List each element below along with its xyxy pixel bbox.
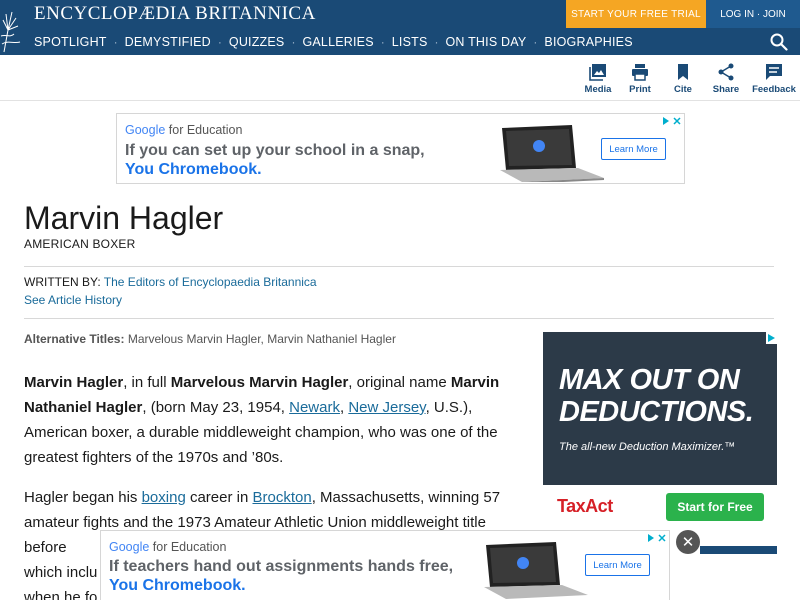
nav-lists[interactable]: LISTS — [392, 35, 428, 49]
nav-galleries[interactable]: GALLERIES — [302, 35, 373, 49]
print-label: Print — [629, 84, 651, 95]
nav-biographies[interactable]: BIOGRAPHIES — [544, 35, 632, 49]
nav-separator: · — [217, 34, 222, 49]
ad-tagline: You Chromebook. — [125, 161, 262, 178]
brand-title[interactable]: ENCYCLOPÆDIA BRITANNICA — [34, 3, 316, 25]
feedback-icon — [766, 64, 782, 80]
ad-headline: If teachers hand out assignments hands f… — [109, 558, 454, 575]
newark-link[interactable]: Newark — [289, 399, 340, 416]
nav-separator: · — [533, 34, 538, 49]
ad-brand: Google for Education — [109, 540, 226, 554]
search-icon[interactable] — [770, 33, 788, 51]
print-button[interactable]: Print — [617, 63, 663, 97]
chromebook-laptop-image — [500, 125, 604, 182]
ad-brand-rest: for Education — [165, 123, 243, 137]
article-title: Marvin Hagler — [24, 200, 224, 236]
text-run: , original name — [348, 374, 451, 391]
ad-learn-more-button[interactable]: Learn More — [585, 554, 650, 576]
google-wordmark: Google — [109, 540, 150, 554]
nav-on-this-day[interactable]: ON THIS DAY — [446, 35, 527, 49]
text-run: , (born May 23, 1954, — [142, 399, 290, 416]
nav-separator: · — [434, 34, 439, 49]
nav-quizzes[interactable]: QUIZZES — [229, 35, 285, 49]
media-button[interactable]: Media — [575, 63, 621, 97]
written-by: WRITTEN BY: The Editors of Encyclopaedia… — [24, 275, 317, 289]
ad-choices-icon[interactable] — [646, 532, 668, 544]
nav-spotlight[interactable]: SPOTLIGHT — [34, 35, 107, 49]
bold-name: Marvelous Marvin Hagler — [170, 374, 349, 391]
google-education-ad-bottom[interactable]: Google for Education If teachers hand ou… — [100, 530, 670, 600]
media-icon — [589, 64, 606, 81]
media-label: Media — [584, 84, 612, 95]
divider — [24, 266, 774, 267]
brockton-link[interactable]: Brockton — [252, 489, 311, 506]
intro-paragraph: Marvin Hagler, in full Marvelous Marvin … — [24, 370, 524, 470]
share-icon — [718, 63, 734, 81]
page: SPOTLIGHT · DEMYSTIFIED · QUIZZES · GALL… — [0, 0, 800, 600]
author-link[interactable]: The Editors of Encyclopaedia Britannica — [104, 275, 317, 289]
article-history-link[interactable]: See Article History — [24, 293, 122, 307]
article-subtitle: AMERICAN BOXER — [24, 237, 136, 251]
taxact-headline-line2: DEDUCTIONS. — [559, 396, 754, 428]
ad-headline: If you can set up your school in a snap, — [125, 142, 425, 159]
taxact-headline-line1: MAX OUT ON — [559, 364, 740, 396]
alternative-titles: Alternative Titles: Marvelous Marvin Hag… — [24, 332, 396, 346]
text-run: , in full — [123, 374, 171, 391]
ad-choices-icon[interactable] — [661, 115, 683, 127]
nav-separator: · — [291, 34, 296, 49]
written-by-label: WRITTEN BY: — [24, 275, 101, 289]
feedback-button[interactable]: Feedback — [751, 63, 797, 97]
text-run: Hagler began his — [24, 489, 142, 506]
bold-name: Marvin Hagler — [24, 374, 124, 391]
sidebar-strip — [700, 546, 777, 554]
taxact-logo: TaxAct — [557, 496, 613, 516]
bookmark-icon — [678, 64, 688, 80]
ad-tagline: You Chromebook. — [109, 577, 246, 594]
print-icon — [632, 64, 648, 81]
new-jersey-link[interactable]: New Jersey — [348, 399, 425, 416]
free-trial-button[interactable]: START YOUR FREE TRIAL — [566, 0, 706, 28]
share-button[interactable]: Share — [703, 63, 749, 97]
cite-button[interactable]: Cite — [660, 63, 706, 97]
login-join-button[interactable]: LOG IN · JOIN — [706, 0, 800, 28]
taxact-start-button[interactable]: Start for Free — [666, 493, 764, 521]
ad-brand: Google for Education — [125, 123, 242, 137]
boxing-link[interactable]: boxing — [142, 489, 186, 506]
alt-titles-label: Alternative Titles: — [24, 332, 125, 346]
article-toolbar: Media Print Cite Share Feedback — [0, 55, 800, 101]
feedback-label: Feedback — [752, 84, 796, 95]
nav-items: SPOTLIGHT · DEMYSTIFIED · QUIZZES · GALL… — [34, 28, 633, 55]
text-run: which inclu — [24, 564, 98, 581]
share-label: Share — [712, 84, 740, 95]
text-run: when he fo — [24, 589, 98, 600]
nav-separator: · — [113, 34, 118, 49]
nav-demystified[interactable]: DEMYSTIFIED — [125, 35, 211, 49]
britannica-thistle-logo-icon[interactable] — [0, 0, 30, 55]
google-education-ad-top[interactable]: Google for Education If you can set up y… — [116, 113, 685, 184]
main-nav: SPOTLIGHT · DEMYSTIFIED · QUIZZES · GALL… — [0, 28, 800, 55]
divider — [24, 318, 774, 319]
alt-titles-value: Marvelous Marvin Hagler, Marvin Nathanie… — [127, 332, 396, 346]
chromebook-laptop-image — [484, 542, 588, 599]
text-run: career in — [185, 489, 253, 506]
ad-choices-icon[interactable] — [766, 332, 777, 344]
close-ad-button[interactable]: ✕ — [676, 530, 700, 554]
ad-brand-rest: for Education — [149, 540, 227, 554]
google-wordmark: Google — [125, 123, 166, 137]
cite-label: Cite — [674, 84, 692, 95]
ad-learn-more-button[interactable]: Learn More — [601, 138, 666, 160]
nav-separator: · — [380, 34, 385, 49]
taxact-subline: The all-new Deduction Maximizer.™ — [559, 441, 736, 453]
taxact-headline: MAX OUT ON DEDUCTIONS. — [559, 364, 754, 428]
